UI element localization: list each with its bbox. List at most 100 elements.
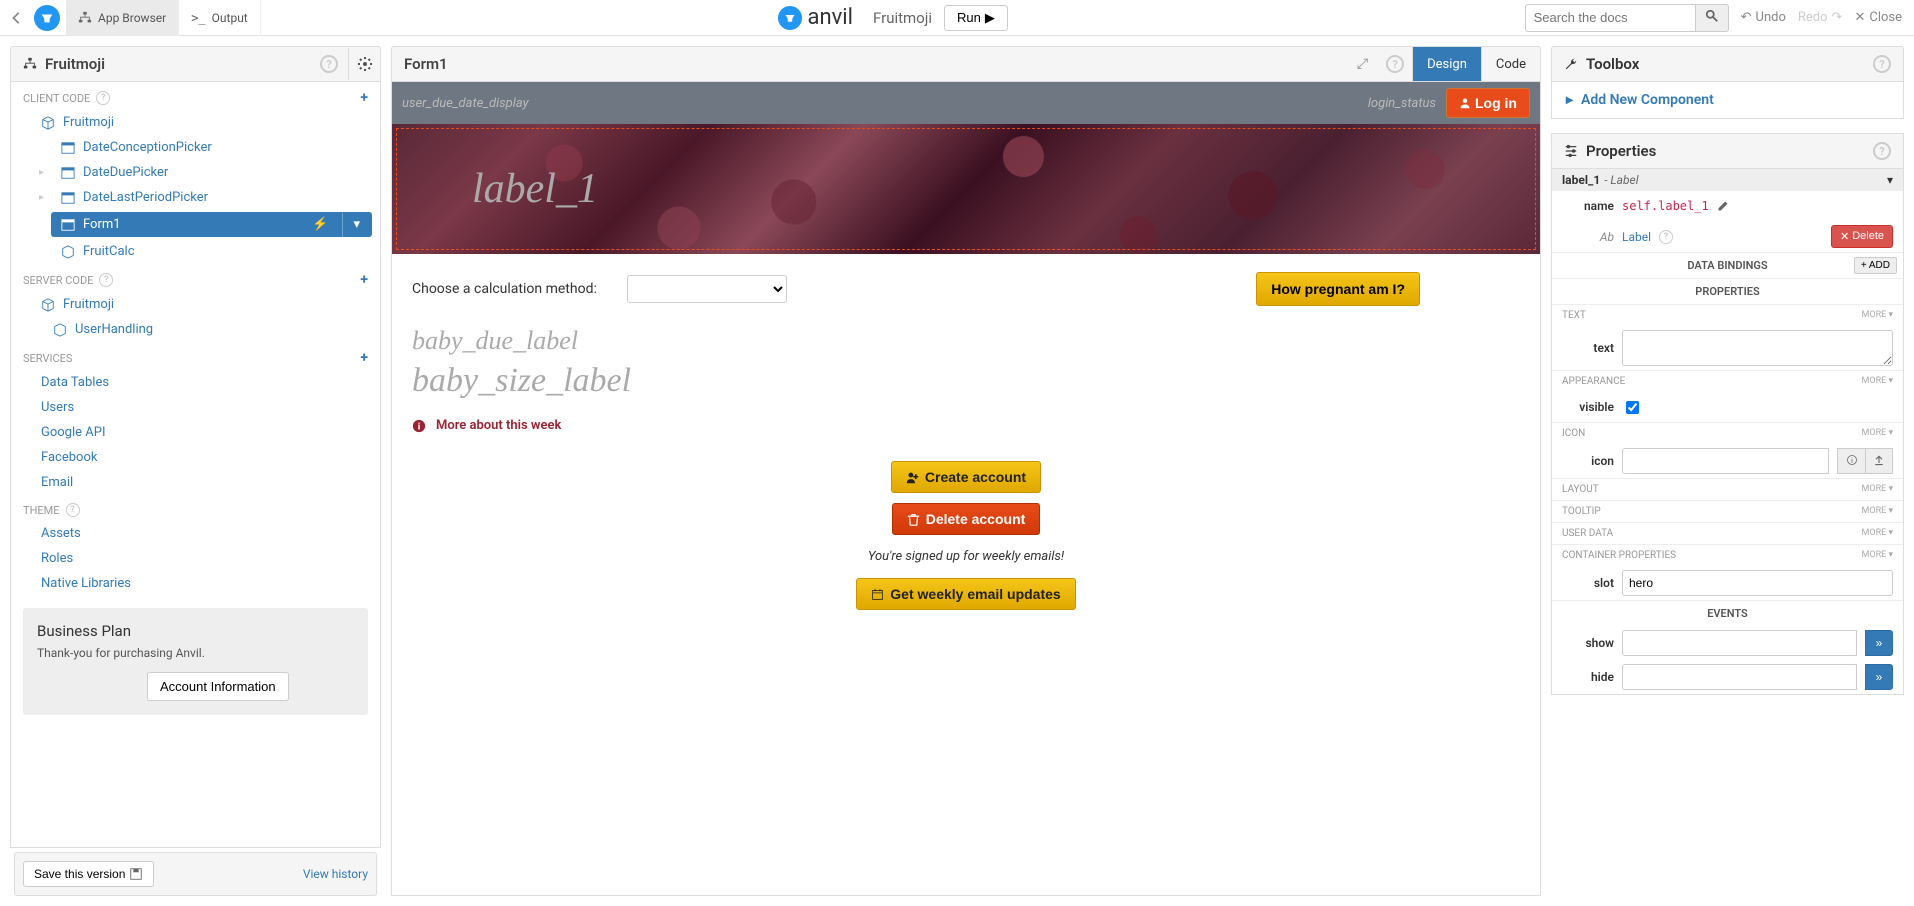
calculate-button[interactable]: How pregnant am I? — [1256, 272, 1420, 306]
slot-input[interactable] — [1622, 570, 1893, 596]
tree-item-form-selected[interactable]: Form1 ⚡ ▾ — [51, 212, 372, 237]
group-text[interactable]: TEXT MORE ▾ — [1552, 304, 1903, 326]
group-tooltip[interactable]: TOOLTIP MORE ▾ — [1552, 500, 1903, 522]
baby-size-label[interactable]: baby_size_label — [412, 362, 1520, 400]
tree-item-module[interactable]: FruitCalc — [11, 239, 380, 264]
tree-item-service[interactable]: Facebook — [11, 445, 380, 470]
form-title: Form1 — [404, 55, 448, 73]
group-container[interactable]: CONTAINER PROPERTIES MORE ▾ — [1552, 544, 1903, 566]
login-status-placeholder[interactable]: login_status — [1368, 96, 1436, 111]
section-server-code: SERVER CODE ? + — [11, 264, 380, 292]
tab-app-browser[interactable]: App Browser — [66, 0, 179, 36]
delete-account-button[interactable]: Delete account — [892, 503, 1041, 535]
help-icon[interactable]: ? — [320, 55, 338, 73]
group-appearance[interactable]: APPEARANCE MORE ▾ — [1552, 370, 1903, 392]
chevron-right-icon[interactable]: ▸ — [39, 167, 44, 178]
run-button[interactable]: Run ▶ — [944, 5, 1008, 31]
selected-component-dropdown[interactable]: label_1 - Label ▾ — [1552, 169, 1903, 191]
add-client-button[interactable]: + — [360, 90, 368, 106]
tree-item-service[interactable]: Email — [11, 470, 380, 495]
prop-label: show — [1562, 636, 1614, 650]
due-date-placeholder[interactable]: user_due_date_display — [402, 96, 529, 111]
pencil-icon[interactable] — [1717, 200, 1729, 212]
help-icon[interactable]: ? — [1659, 230, 1673, 244]
tree-item-service[interactable]: Users — [11, 395, 380, 420]
properties-section: PROPERTIES — [1552, 278, 1903, 304]
view-history-link[interactable]: View history — [303, 867, 368, 881]
search-button[interactable] — [1695, 4, 1729, 32]
icon-upload-button[interactable] — [1865, 448, 1893, 474]
help-icon[interactable]: ? — [1873, 55, 1891, 73]
component-type-link[interactable]: Label — [1622, 230, 1651, 244]
add-component-button[interactable]: ▸ Add New Component — [1551, 82, 1904, 119]
weekly-updates-button[interactable]: Get weekly email updates — [856, 578, 1075, 610]
create-account-button[interactable]: Create account — [891, 461, 1041, 493]
form-header: Form1 ⤢ ? Design Code — [391, 46, 1541, 82]
help-icon[interactable]: ? — [1386, 55, 1404, 73]
section-client-code: CLIENT CODE ? + — [11, 82, 380, 110]
baby-due-label[interactable]: baby_due_label — [412, 326, 1520, 356]
show-event-go-button[interactable]: » — [1865, 630, 1893, 656]
add-server-button[interactable]: + — [360, 272, 368, 288]
tab-design[interactable]: Design — [1412, 47, 1481, 81]
tree-item-form[interactable]: ▸ DateDuePicker — [11, 160, 380, 185]
expand-icon[interactable]: ⤢ — [1347, 56, 1378, 72]
help-icon[interactable]: ? — [66, 503, 80, 517]
undo-button[interactable]: ↶ Undo — [1741, 10, 1786, 25]
add-service-button[interactable]: + — [360, 350, 368, 366]
caret-down-icon[interactable]: ▾ — [342, 212, 370, 237]
topbar-center: anvil Fruitmoji Run ▶ — [261, 5, 1525, 31]
prop-label: name — [1562, 199, 1614, 213]
tree-item-package[interactable]: Fruitmoji — [11, 110, 380, 135]
topbar: App Browser >_ Output anvil Fruitmoji Ru… — [0, 0, 1914, 36]
prop-name-value[interactable]: self.label_1 — [1622, 199, 1709, 213]
sitemap-icon — [78, 11, 92, 25]
tree-item-theme[interactable]: Roles — [11, 546, 380, 571]
sliders-icon — [1564, 144, 1578, 158]
icon-input[interactable] — [1622, 448, 1829, 474]
design-canvas[interactable]: user_due_date_display login_status Log i… — [391, 82, 1541, 896]
tree-item-form[interactable]: ▸ DateLastPeriodPicker — [11, 185, 380, 210]
hide-event-input[interactable] — [1622, 664, 1857, 690]
text-input[interactable] — [1622, 330, 1893, 366]
prop-icon-row: icon i — [1552, 444, 1903, 478]
hero-image[interactable]: label_1 — [392, 124, 1540, 254]
svg-text:i: i — [1851, 456, 1853, 465]
calc-method-select[interactable] — [627, 275, 787, 303]
login-button[interactable]: Log in — [1446, 88, 1530, 118]
tree-item-form[interactable]: DateConceptionPicker — [11, 135, 380, 160]
icon-info-button[interactable]: i — [1837, 448, 1865, 474]
help-icon[interactable]: ? — [96, 91, 110, 105]
tree-item-service[interactable]: Google API — [11, 420, 380, 445]
show-event-input[interactable] — [1622, 630, 1857, 656]
close-button[interactable]: ✕ Close — [1854, 10, 1902, 25]
more-about-link[interactable]: i More about this week — [412, 418, 1520, 433]
label-1-placeholder[interactable]: label_1 — [472, 165, 598, 213]
group-userdata[interactable]: USER DATA MORE ▾ — [1552, 522, 1903, 544]
add-binding-button[interactable]: + ADD — [1854, 257, 1897, 274]
visible-checkbox[interactable] — [1626, 401, 1639, 414]
anvil-logo-icon[interactable] — [34, 5, 60, 31]
tree-item-module[interactable]: UserHandling — [11, 317, 380, 342]
account-info-button[interactable]: Account Information — [147, 672, 289, 701]
group-layout[interactable]: LAYOUT MORE ▾ — [1552, 478, 1903, 500]
canvas-topbar: user_due_date_display login_status Log i… — [392, 82, 1540, 124]
back-button[interactable] — [6, 11, 28, 25]
help-icon[interactable]: ? — [1873, 142, 1891, 160]
search-input[interactable] — [1525, 4, 1695, 32]
tree-item-package[interactable]: Fruitmoji — [11, 292, 380, 317]
help-icon[interactable]: ? — [99, 273, 113, 287]
hide-event-go-button[interactable]: » — [1865, 664, 1893, 690]
main: Fruitmoji ? CLIENT CODE ? + Fruitmoji Da… — [0, 36, 1914, 906]
group-icon[interactable]: ICON MORE ▾ — [1552, 422, 1903, 444]
left-panel: Fruitmoji ? CLIENT CODE ? + Fruitmoji Da… — [0, 36, 391, 906]
tree-item-theme[interactable]: Native Libraries — [11, 571, 380, 596]
settings-button[interactable] — [348, 48, 380, 80]
tree-item-service[interactable]: Data Tables — [11, 370, 380, 395]
tree-item-theme[interactable]: Assets — [11, 521, 380, 546]
chevron-right-icon[interactable]: ▸ — [39, 192, 44, 203]
save-version-button[interactable]: Save this version — [23, 861, 154, 887]
tab-code[interactable]: Code — [1481, 47, 1540, 81]
delete-component-button[interactable]: ✕ Delete — [1831, 225, 1893, 248]
tab-output[interactable]: >_ Output — [179, 0, 261, 36]
